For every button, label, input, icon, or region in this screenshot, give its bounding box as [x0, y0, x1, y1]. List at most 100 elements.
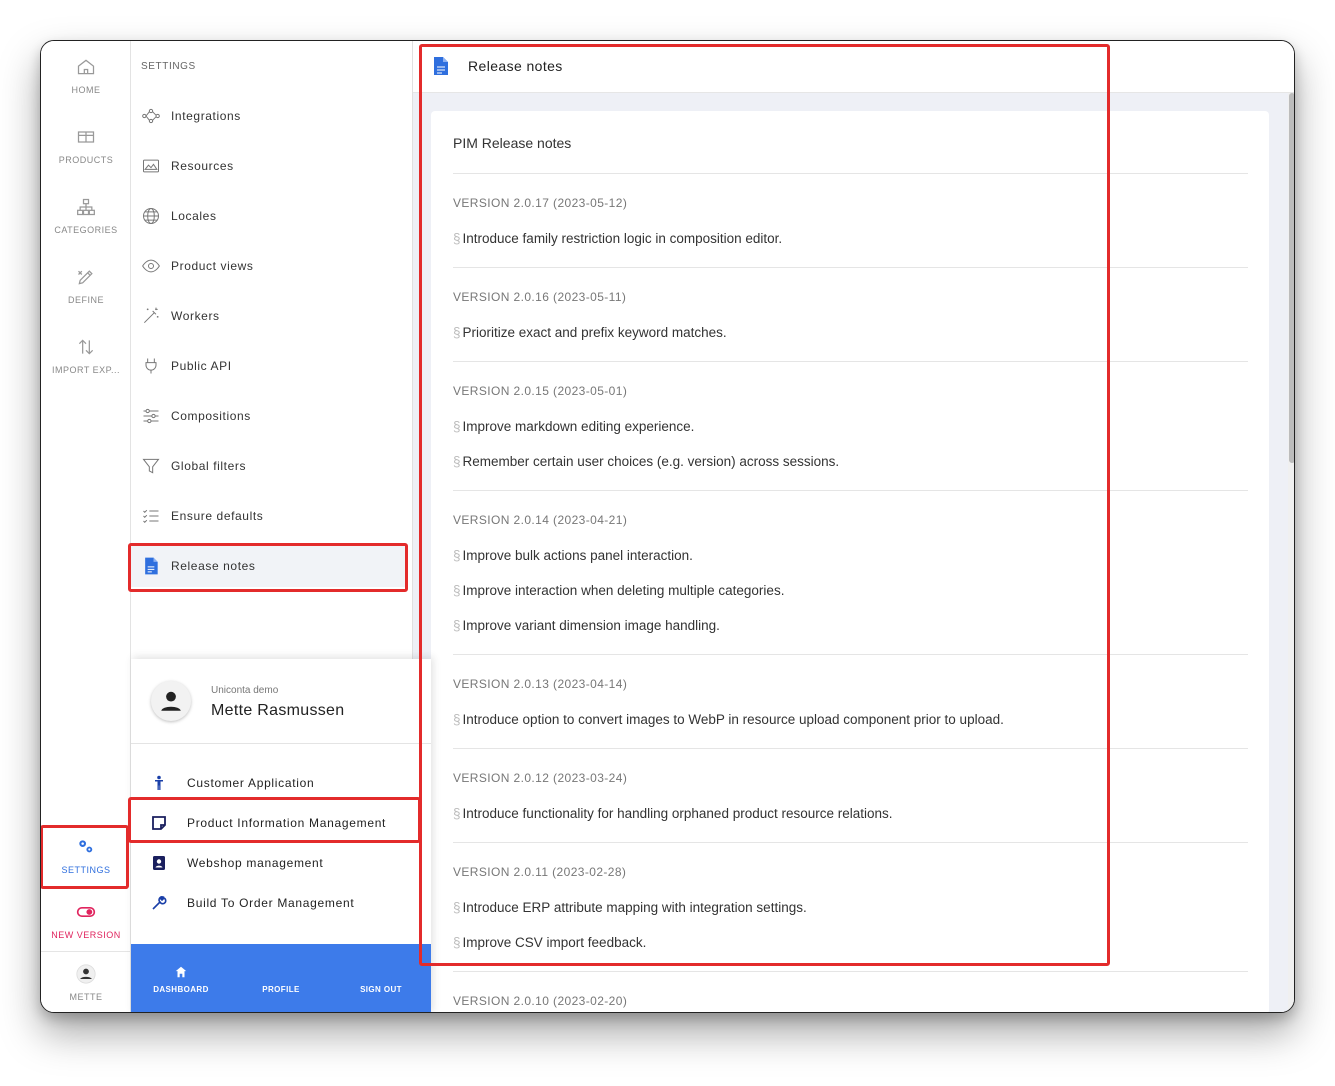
- avatar-icon: [76, 964, 96, 984]
- settings-item-label: Integrations: [171, 109, 241, 123]
- main-scrollbar[interactable]: [1288, 93, 1294, 1012]
- categories-icon: [77, 198, 95, 216]
- settings-panel: SETTINGS Integrations Resources Locales …: [131, 41, 413, 661]
- release-note-text: Remember certain user choices (e.g. vers…: [462, 454, 840, 469]
- gears-icon: [79, 840, 93, 853]
- release-note-text: Improve variant dimension image handling…: [462, 618, 720, 633]
- globe-icon: [143, 208, 159, 224]
- release-note-text: Introduce option to convert images to We…: [462, 712, 1004, 727]
- person-avatar-icon: [161, 691, 181, 711]
- rail-products[interactable]: PRODUCTS: [41, 111, 131, 181]
- settings-item-compositions[interactable]: Compositions: [131, 395, 407, 437]
- rail-import-export[interactable]: IMPORT EXP...: [41, 321, 131, 391]
- wand-icon: [143, 307, 159, 324]
- section-marker: §: [453, 806, 461, 821]
- eye-icon: [142, 259, 160, 273]
- settings-item-resources[interactable]: Resources: [131, 145, 407, 187]
- version-heading: VERSION 2.0.14 (2023-04-21): [453, 513, 628, 527]
- section-marker: §: [453, 583, 461, 598]
- release-note-text: Improve bulk actions panel interaction.: [462, 548, 693, 563]
- note-icon: [152, 816, 166, 830]
- rail-label: NEW VERSION: [51, 930, 121, 940]
- divider: [453, 748, 1248, 749]
- app-webshop-management[interactable]: Webshop management: [131, 843, 431, 883]
- rail-label: CATEGORIES: [54, 225, 118, 235]
- release-note-text: Introduce ERP attribute mapping with int…: [462, 900, 807, 915]
- divider: [453, 654, 1248, 655]
- checklist-icon: [143, 509, 159, 523]
- settings-item-locales[interactable]: Locales: [131, 195, 407, 237]
- rail-define[interactable]: DEFINE: [41, 251, 131, 321]
- release-note: § Introduce functionality for handling or…: [453, 806, 893, 821]
- app-build-to-order-management[interactable]: Build To Order Management: [131, 883, 431, 923]
- release-note: § Remember certain user choices (e.g. ver…: [453, 454, 839, 469]
- rail-settings[interactable]: SETTINGS: [41, 826, 131, 886]
- products-icon: [77, 131, 95, 143]
- user-popup: Uniconta demo Mette Rasmussen Customer A…: [131, 659, 431, 1012]
- resources-icon: [143, 159, 159, 173]
- section-marker: §: [453, 548, 461, 563]
- user-bottom-bar: DASHBOARD PROFILE SIGN OUT: [131, 944, 431, 1012]
- release-note: § Prioritize exact and prefix keyword mat…: [453, 325, 727, 340]
- sign-out-button[interactable]: SIGN OUT: [331, 944, 431, 1012]
- settings-item-label: Resources: [171, 159, 234, 173]
- user-name: Mette Rasmussen: [211, 702, 345, 719]
- app-label: Build To Order Management: [187, 896, 355, 910]
- settings-item-product-views[interactable]: Product views: [131, 245, 407, 287]
- icon-rail: HOME PRODUCTS CATEGORIES DEFINE IMPORT E…: [41, 41, 131, 1012]
- section-marker: §: [453, 900, 461, 915]
- version-heading: VERSION 2.0.10 (2023-02-20): [453, 994, 628, 1008]
- divider: [131, 743, 431, 744]
- settings-item-label: Ensure defaults: [171, 509, 264, 523]
- dashboard-button[interactable]: DASHBOARD: [131, 944, 231, 1012]
- settings-item-integrations[interactable]: Integrations: [131, 95, 407, 137]
- document-icon: [434, 57, 448, 75]
- settings-item-ensure-defaults[interactable]: Ensure defaults: [131, 495, 407, 537]
- app-label: Customer Application: [187, 776, 315, 790]
- section-marker: §: [453, 618, 461, 633]
- rail-user[interactable]: METTE: [41, 953, 131, 1012]
- settings-item-label: Workers: [171, 309, 220, 323]
- version-heading: VERSION 2.0.17 (2023-05-12): [453, 196, 628, 210]
- rail-home[interactable]: HOME: [41, 41, 131, 111]
- release-note-text: Introduce functionality for handling orp…: [462, 806, 893, 821]
- release-note: § Improve bulk actions panel interaction.: [453, 548, 693, 563]
- app-customer-application[interactable]: Customer Application: [131, 763, 431, 803]
- release-note: § Improve markdown editing experience.: [453, 419, 694, 434]
- app-product-information-management[interactable]: Product Information Management: [131, 803, 431, 843]
- settings-item-release-notes[interactable]: Release notes: [131, 545, 407, 587]
- section-marker: §: [453, 231, 461, 246]
- rail-new-version[interactable]: NEW VERSION: [41, 891, 131, 951]
- home-icon: [175, 966, 187, 977]
- app-label: Webshop management: [187, 856, 324, 870]
- rail-label: SETTINGS: [61, 865, 111, 875]
- settings-item-public-api[interactable]: Public API: [131, 345, 407, 387]
- settings-item-label: Global filters: [171, 459, 247, 473]
- rail-categories[interactable]: CATEGORIES: [41, 181, 131, 251]
- release-note-text: Improve interaction when deleting multip…: [462, 583, 785, 598]
- section-marker: §: [453, 454, 461, 469]
- version-heading: VERSION 2.0.13 (2023-04-14): [453, 677, 628, 691]
- divider: [453, 971, 1248, 972]
- settings-item-label: Product views: [171, 259, 254, 273]
- settings-item-global-filters[interactable]: Global filters: [131, 445, 407, 487]
- rail-label: DEFINE: [67, 295, 104, 305]
- toggle-icon: [76, 907, 96, 917]
- section-marker: §: [453, 935, 461, 950]
- filter-icon: [142, 458, 160, 474]
- rail-label: IMPORT EXP...: [51, 365, 121, 375]
- divider: [453, 173, 1248, 174]
- badge-icon: [153, 856, 165, 870]
- settings-item-workers[interactable]: Workers: [131, 295, 407, 337]
- scrollbar-thumb[interactable]: [1289, 93, 1294, 463]
- rail-label: HOME: [71, 85, 101, 95]
- release-note: § Improve CSV import feedback.: [453, 935, 646, 950]
- page-title: Release notes: [468, 58, 563, 74]
- section-marker: §: [453, 419, 461, 434]
- card-title: PIM Release notes: [453, 135, 572, 151]
- divider: [453, 490, 1248, 491]
- divider: [453, 842, 1248, 843]
- settings-item-label: Public API: [171, 359, 232, 373]
- release-note: § Introduce family restriction logic in c…: [453, 231, 782, 246]
- profile-button[interactable]: PROFILE: [231, 944, 331, 1012]
